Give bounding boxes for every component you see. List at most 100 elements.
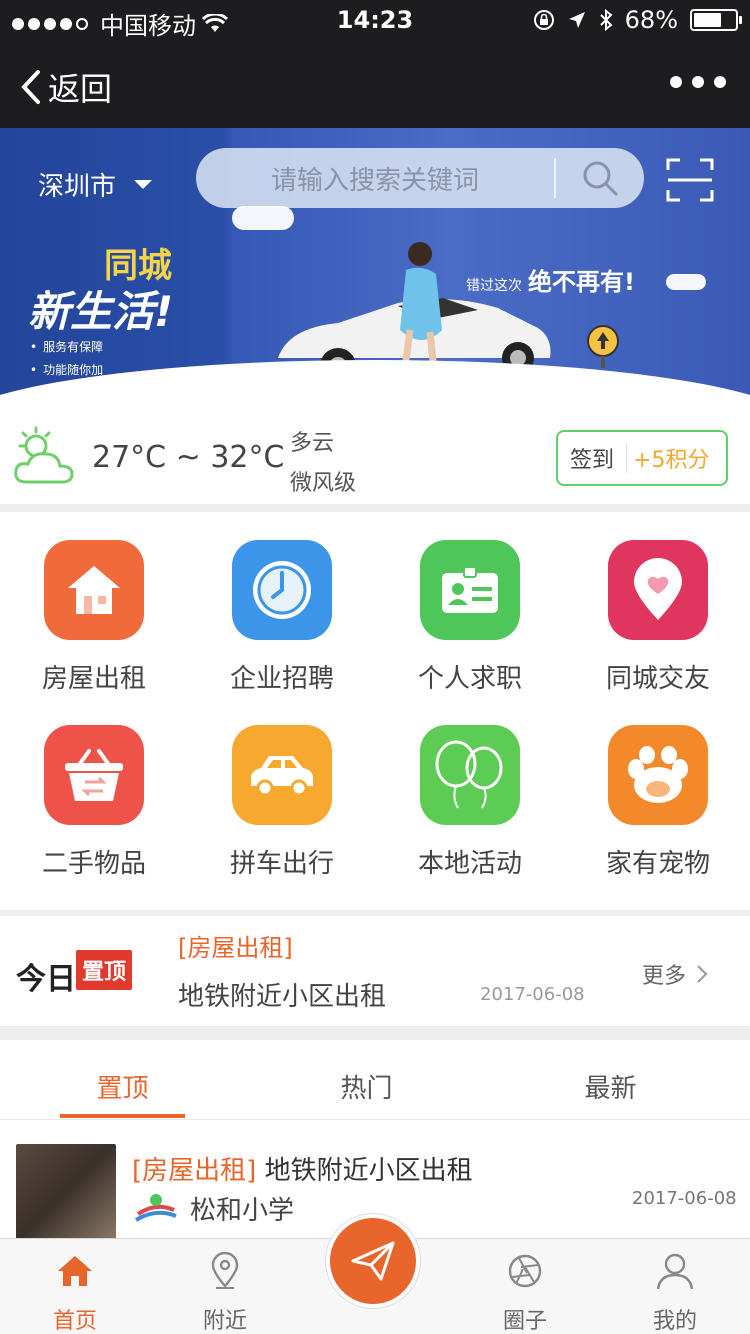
listing-tag: [房屋出租] [132,1156,257,1186]
category-icon-bg [232,725,332,825]
tabbar-mine[interactable]: 我的 [615,1249,735,1334]
basket-icon [65,749,123,801]
category-local-events[interactable]: 本地活动 [376,697,564,882]
nav-bar: 返回 [0,40,750,128]
today-title: 地铁附近小区出租 [178,982,387,1012]
category-label: 个人求职 [417,664,522,694]
category-label: 本地活动 [417,849,522,879]
paw-icon [628,746,688,803]
school-logo-icon [134,1194,177,1222]
arrow-sign-icon [587,325,619,368]
listing-date: 2017-06-08 [632,1188,737,1209]
category-friends[interactable]: 同城交友 [564,512,750,697]
search-button[interactable] [556,148,644,208]
category-pets[interactable]: 家有宠物 [564,697,750,882]
category-label: 企业招聘 [229,664,334,694]
weather-wind: 微风级 [290,471,357,496]
back-label: 返回 [48,70,113,108]
weather-sky: 多云 [290,431,335,456]
category-carpool[interactable]: 拼车出行 [188,697,376,882]
tabbar-home[interactable]: 首页 [15,1249,135,1334]
cloud-decoration [666,274,706,290]
weather-bar: 27°C ~ 32°C 多云 微风级 签到 +5积分 [0,410,750,504]
listing-title: 地铁附近小区出租 [264,1156,473,1186]
tabbar-label: 首页 [52,1309,97,1334]
active-tab-indicator [60,1114,185,1118]
category-recruit[interactable]: 企业招聘 [188,512,376,697]
category-second-hand[interactable]: 二手物品 [0,697,188,882]
feed-tabs: 置顶 热门 最新 [0,1040,750,1120]
bluetooth-icon [599,9,613,31]
chevron-left-icon [21,70,40,104]
signin-button[interactable]: 签到 +5积分 [556,430,728,486]
category-label: 家有宠物 [605,849,710,879]
category-house-rent[interactable]: 房屋出租 [0,512,188,697]
search-input[interactable]: 请输入搜索关键词 [196,160,554,197]
category-job-seek[interactable]: 个人求职 [376,512,564,697]
house-icon [68,566,120,614]
category-icon-bg [420,540,520,640]
search-icon [583,161,618,196]
promo-title-2: 新生活! [28,287,174,336]
weather-condition: 多云 微风级 [290,424,356,504]
banner-wave [0,360,750,410]
promo-point: 功能随你加 [30,361,103,378]
search-bar[interactable]: 请输入搜索关键词 [196,148,644,208]
signin-divider [626,443,628,473]
location-arrow-icon [568,12,585,28]
tabbar-circle[interactable]: 圈子 [465,1249,585,1334]
listing-thumbnail [16,1144,116,1240]
tab-pinned[interactable]: 置顶 [60,1068,185,1105]
back-button[interactable]: 返回 [20,64,112,110]
category-grid: 房屋出租 企业招聘 个人求职 同城交友 二手物品 拼车出行 本地活动 家有宠物 [0,512,750,910]
category-icon-bg [608,725,708,825]
clock-icon [253,561,311,619]
listing-title-line: [房屋出租] 地铁附近小区出租 [132,1150,473,1187]
car-icon [251,756,313,797]
temperature-range: 27°C ~ 32°C [92,440,285,475]
tabbar-nearby[interactable]: 附近 [165,1249,285,1334]
cloud-decoration [232,206,294,230]
category-icon-bg [420,725,520,825]
city-label: 深圳市 [38,172,117,202]
promo-points: 服务有保障 功能随你加 [30,338,103,378]
cloudy-sun-icon [14,426,74,484]
category-label: 同城交友 [605,664,710,694]
location-pin-icon [211,1252,239,1289]
paper-plane-icon [351,1241,395,1281]
tab-latest[interactable]: 最新 [548,1068,673,1105]
today-prefix: 今日 [16,962,76,997]
category-label: 二手物品 [41,849,146,879]
pinned-badge: 置顶 [76,950,133,990]
signin-points: +5积分 [633,448,710,473]
id-card-icon [442,566,498,613]
chevron-right-icon [697,965,708,983]
category-label: 拼车出行 [229,849,334,879]
tabbar-label: 圈子 [502,1309,547,1334]
rotation-lock-icon [533,10,554,30]
promo-banner[interactable]: 深圳市 请输入搜索关键词 同城 新生活! 服务有保障 功能随你加 错过这次绝不再… [0,128,750,410]
status-bar: 中国移动 14:23 68% [0,0,750,40]
listing-school: 松和小学 [190,1196,295,1226]
signin-label: 签到 [570,448,615,473]
status-right: 68% [533,6,742,34]
category-icon-bg [232,540,332,640]
aperture-icon [508,1254,542,1288]
scan-icon[interactable] [666,158,714,202]
tab-hot[interactable]: 热门 [304,1068,429,1105]
more-label: 更多 [642,964,687,989]
today-category: [房屋出租] [178,934,293,962]
caret-down-icon [134,180,153,189]
user-icon [656,1253,694,1290]
more-menu-button[interactable] [670,76,726,88]
more-link[interactable]: 更多 [642,958,708,990]
publish-button[interactable] [326,1214,420,1308]
city-selector[interactable]: 深圳市 [38,166,153,203]
promo-point: 服务有保障 [30,338,103,355]
category-icon-bg [608,540,708,640]
tabbar-label: 我的 [652,1309,697,1334]
today-top-post[interactable]: 今日 置顶 [房屋出租] 地铁附近小区出租 2017-06-08 更多 [0,916,750,1026]
battery-icon [690,9,742,31]
home-icon [58,1256,92,1286]
balloon-icon [435,740,503,809]
